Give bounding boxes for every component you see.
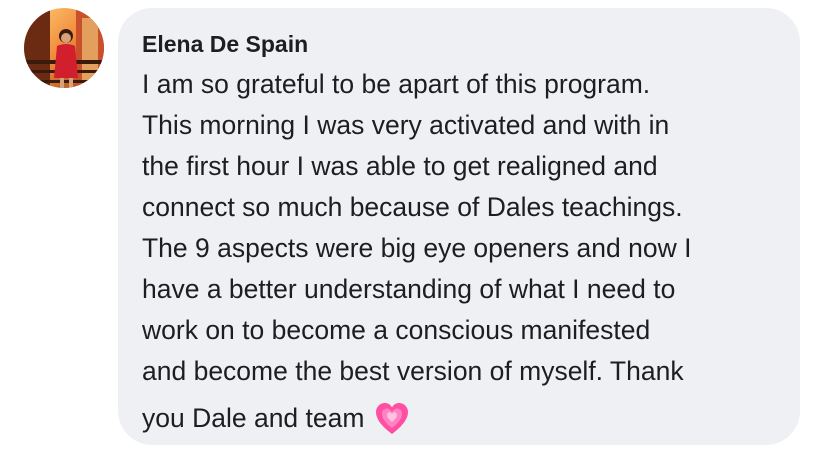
comment-last-line: you Dale and team [142, 398, 782, 439]
comment-line: have a better understanding of what I ne… [142, 274, 676, 304]
comment-line: you Dale and team [142, 403, 365, 433]
comment-line: The 9 aspects were big eye openers and n… [142, 233, 692, 263]
comment-author[interactable]: Elena De Spain [142, 30, 782, 58]
profile-photo [24, 8, 104, 88]
comment-line: connect so much because of Dales teachin… [142, 192, 683, 222]
comment-line: and become the best version of myself. T… [142, 356, 684, 386]
comment-bubble: Elena De Spain I am so grateful to be ap… [118, 8, 800, 445]
comment-line: I am so grateful to be apart of this pro… [142, 69, 651, 99]
comment-text: I am so grateful to be apart of this pro… [142, 64, 782, 392]
comment-line: This morning I was very activated and wi… [142, 110, 670, 140]
comment-line: the first hour I was able to get realign… [142, 151, 658, 181]
growing-heart-icon [374, 401, 410, 437]
comment-line: work on to become a conscious manifested [142, 315, 651, 345]
avatar[interactable] [24, 8, 104, 88]
